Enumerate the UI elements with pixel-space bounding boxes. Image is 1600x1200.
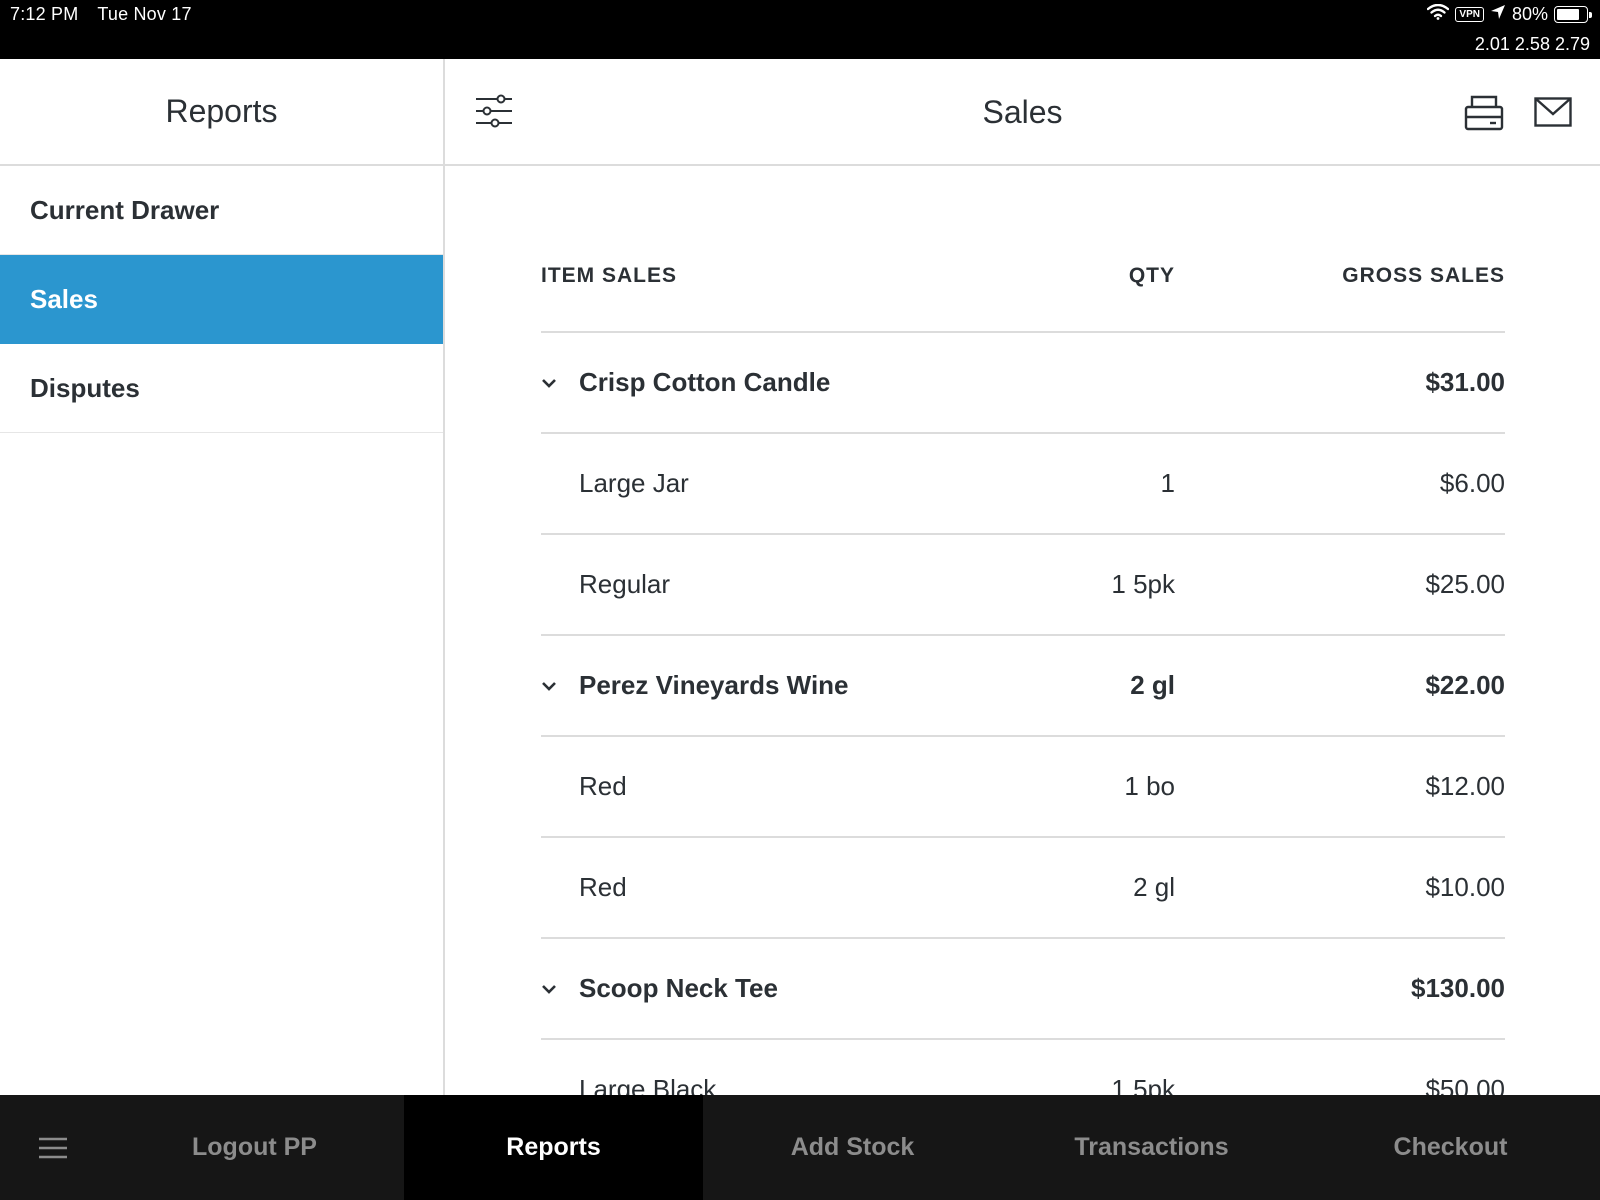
column-header-item-sales: ITEM SALES xyxy=(541,264,678,287)
row-gross: $25.00 xyxy=(1425,569,1505,599)
table-row: Red 2 gl $10.00 xyxy=(541,838,1505,939)
row-gross: $10.00 xyxy=(1425,872,1505,902)
row-name: Crisp Cotton Candle xyxy=(579,367,831,397)
sidebar-item-sales[interactable]: Sales xyxy=(0,255,443,344)
table-row-group[interactable]: Perez Vineyards Wine 2 gl $22.00 xyxy=(541,636,1505,737)
status-right: VPN 80% xyxy=(1427,3,1592,25)
sales-table: ITEM SALES QTY GROSS SALES Crisp Cotton … xyxy=(541,221,1505,1141)
page-title: Sales xyxy=(982,94,1063,130)
row-gross: $130.00 xyxy=(1411,973,1505,1003)
wifi-icon xyxy=(1427,3,1450,25)
column-header-qty: QTY xyxy=(1128,264,1175,287)
tab-checkout[interactable]: Checkout xyxy=(1301,1095,1600,1200)
main-header: Sales xyxy=(445,59,1600,166)
menu-icon[interactable] xyxy=(0,1095,105,1200)
tab-logout[interactable]: Logout PP xyxy=(105,1095,404,1200)
sidebar-item-current-drawer[interactable]: Current Drawer xyxy=(0,166,443,255)
row-name-cell: Perez Vineyards Wine xyxy=(541,670,975,701)
chevron-down-icon[interactable] xyxy=(541,378,579,388)
table-row-group[interactable]: Crisp Cotton Candle $31.00 xyxy=(541,333,1505,434)
row-gross: $12.00 xyxy=(1425,771,1505,801)
row-name: Red xyxy=(579,771,627,801)
row-qty: 2 gl xyxy=(1133,872,1175,902)
row-gross: $31.00 xyxy=(1425,367,1505,397)
row-name: Large Jar xyxy=(579,468,689,498)
row-gross: $22.00 xyxy=(1425,670,1505,700)
battery-icon xyxy=(1554,6,1592,23)
row-qty: 2 gl xyxy=(1130,670,1175,700)
row-name: Regular xyxy=(579,569,671,599)
print-icon[interactable] xyxy=(1464,95,1504,131)
status-date: Tue Nov 17 xyxy=(97,4,192,24)
row-name: Red xyxy=(579,872,627,902)
sidebar-item-disputes[interactable]: Disputes xyxy=(0,344,443,433)
row-name: Perez Vineyards Wine xyxy=(579,670,849,700)
row-gross: $6.00 xyxy=(1439,468,1505,498)
row-name: Scoop Neck Tee xyxy=(579,973,778,1003)
location-arrow-icon xyxy=(1490,4,1506,25)
table-row: Regular 1 5pk $25.00 xyxy=(541,535,1505,636)
column-header-gross-sales: GROSS SALES xyxy=(1342,264,1505,287)
sidebar: Reports Current Drawer Sales Disputes xyxy=(0,59,445,1095)
tab-transactions[interactable]: Transactions xyxy=(1002,1095,1301,1200)
row-qty: 1 bo xyxy=(1124,771,1175,801)
battery-percent: 80% xyxy=(1511,4,1548,24)
row-qty: 1 xyxy=(1160,468,1175,498)
sidebar-title: Reports xyxy=(0,59,443,166)
chevron-down-icon[interactable] xyxy=(541,984,579,994)
row-name-cell: Crisp Cotton Candle xyxy=(541,367,975,398)
mail-icon[interactable] xyxy=(1534,97,1572,127)
table-row: Red 1 bo $12.00 xyxy=(541,737,1505,838)
status-bar: 7:12 PM Tue Nov 17 VPN 80% 2.01 2.58 2.7… xyxy=(0,0,1600,59)
bottom-tab-bar: Logout PP Reports Add Stock Transactions… xyxy=(0,1095,1600,1200)
row-qty: 1 5pk xyxy=(1111,569,1175,599)
table-row: Large Jar 1 $6.00 xyxy=(541,434,1505,535)
vpn-badge: VPN xyxy=(1455,7,1484,22)
row-name-cell: Scoop Neck Tee xyxy=(541,973,975,1004)
status-subtext: 2.01 2.58 2.79 xyxy=(1474,34,1590,54)
status-time: 7:12 PM xyxy=(10,4,79,24)
tab-reports[interactable]: Reports xyxy=(404,1095,703,1200)
table-header: ITEM SALES QTY GROSS SALES xyxy=(541,221,1505,333)
tab-add-stock[interactable]: Add Stock xyxy=(703,1095,1002,1200)
table-row-group[interactable]: Scoop Neck Tee $130.00 xyxy=(541,939,1505,1040)
chevron-down-icon[interactable] xyxy=(541,681,579,691)
status-left: 7:12 PM Tue Nov 17 xyxy=(10,4,206,25)
main-panel: Sales ITEM SALES QTY GROSS SALES Crisp C… xyxy=(445,59,1600,1141)
